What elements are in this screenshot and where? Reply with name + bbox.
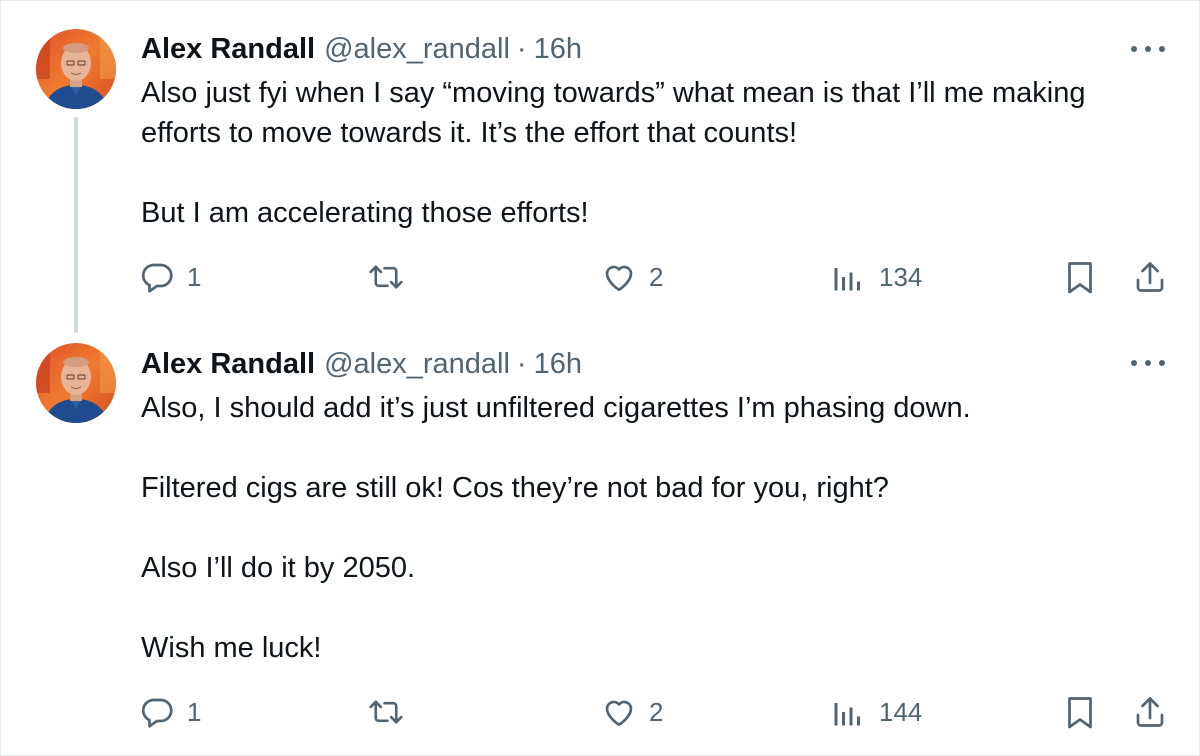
thread-connector — [74, 117, 78, 333]
author-name[interactable]: Alex Randall — [141, 348, 315, 381]
avatar[interactable] — [36, 343, 116, 423]
thread-container: Alex Randall @alex_randall · 16h Also ju… — [0, 0, 1200, 756]
avatar[interactable] — [36, 29, 116, 109]
retweet-button[interactable] — [367, 692, 405, 732]
tweet-paragraph: But I am accelerating those efforts! — [141, 197, 589, 229]
tweet-paragraph: Also I’ll do it by 2050. — [141, 552, 416, 584]
tweet-paragraph: Wish me luck! — [141, 632, 322, 664]
bookmark-icon — [1068, 262, 1092, 294]
tweet-paragraph-gap — [141, 153, 1171, 193]
share-icon — [1136, 697, 1164, 727]
views-button[interactable]: 144 — [833, 692, 922, 732]
bookmark-button[interactable] — [1065, 692, 1095, 732]
reply-icon — [141, 263, 173, 293]
author-handle[interactable]: @alex_randall — [324, 348, 510, 381]
like-button[interactable]: 2 — [601, 257, 663, 297]
tweet-actions: 1 2 144 — [1, 692, 1200, 732]
separator-dot: · — [516, 32, 527, 65]
view-count: 144 — [879, 696, 923, 727]
more-icon[interactable] — [1131, 39, 1165, 59]
heart-icon — [605, 265, 633, 292]
share-icon — [1136, 262, 1164, 292]
views-button[interactable]: 134 — [833, 257, 922, 297]
reply-button[interactable]: 1 — [139, 257, 201, 297]
separator-dot: · — [516, 347, 527, 380]
retweet-button[interactable] — [367, 257, 405, 297]
tweet-actions: 1 2 134 — [1, 257, 1200, 297]
view-count: 134 — [879, 261, 923, 292]
retweet-icon — [369, 700, 403, 724]
reply-count: 1 — [187, 261, 202, 292]
like-count: 2 — [649, 261, 664, 292]
timestamp[interactable]: 16h — [534, 33, 582, 66]
author-handle[interactable]: @alex_randall — [324, 33, 510, 66]
views-chart-icon — [834, 268, 860, 291]
like-button[interactable]: 2 — [601, 692, 663, 732]
tweet-paragraph: efforts to move towards it. It’s the eff… — [141, 117, 798, 149]
tweet-header: Alex Randall @alex_randall · 16h — [141, 346, 582, 382]
reply-button[interactable]: 1 — [139, 692, 201, 732]
share-button[interactable] — [1132, 692, 1168, 732]
bookmark-icon — [1068, 697, 1092, 729]
tweet-paragraph-gap — [141, 588, 1171, 628]
heart-icon — [605, 700, 633, 727]
share-button[interactable] — [1132, 257, 1168, 297]
timestamp[interactable]: 16h — [534, 348, 582, 381]
tweet-text: Also, I should add it’s just unfiltered … — [141, 388, 1171, 668]
tweet[interactable]: Alex Randall @alex_randall · 16h Also, I… — [1, 331, 1200, 756]
reply-icon — [141, 698, 173, 728]
tweet-paragraph: Also just fyi when I say “moving towards… — [141, 77, 1086, 109]
tweet[interactable]: Alex Randall @alex_randall · 16h Also ju… — [1, 1, 1200, 333]
tweet-paragraph-gap — [141, 508, 1171, 548]
views-chart-icon — [834, 703, 860, 726]
like-count: 2 — [649, 696, 664, 727]
more-icon[interactable] — [1131, 353, 1165, 373]
tweet-header: Alex Randall @alex_randall · 16h — [141, 31, 582, 67]
tweet-text: Also just fyi when I say “moving towards… — [141, 73, 1171, 233]
author-name[interactable]: Alex Randall — [141, 33, 315, 66]
tweet-paragraph-gap — [141, 428, 1171, 468]
bookmark-button[interactable] — [1065, 257, 1095, 297]
tweet-paragraph: Filtered cigs are still ok! Cos they’re … — [141, 472, 889, 504]
reply-count: 1 — [187, 696, 202, 727]
tweet-paragraph: Also, I should add it’s just unfiltered … — [141, 392, 971, 424]
retweet-icon — [369, 265, 403, 289]
